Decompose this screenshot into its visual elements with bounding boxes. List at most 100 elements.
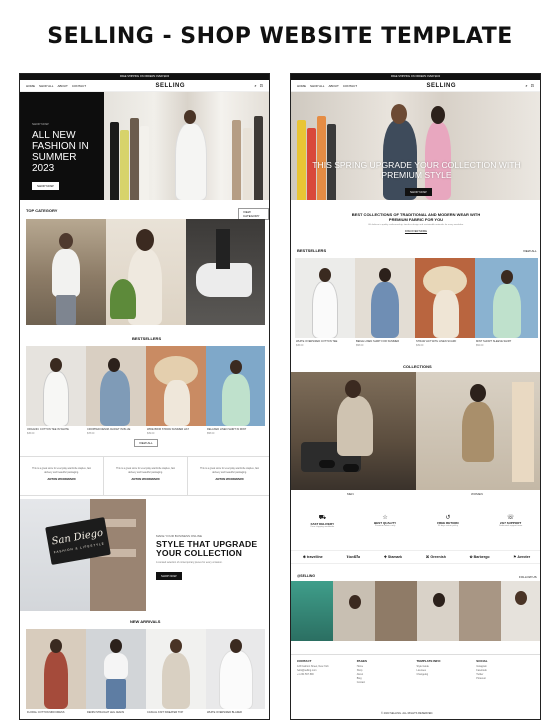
bestseller-image-4[interactable] — [475, 258, 538, 338]
nav-link-about[interactable]: ABOUT — [328, 84, 338, 88]
bestseller-name-3[interactable]: STRAW HAT WITH LINEN SCARF — [416, 340, 456, 343]
footer-link[interactable]: Pinterest — [476, 677, 536, 681]
footer-column-contact: CONTACT 123 Fashion Street, New York hel… — [297, 659, 329, 676]
footer-column-template-info: TEMPLATE INFO Style Guide Licenses Chang… — [417, 659, 477, 716]
view-all-button[interactable]: VIEW ALL — [134, 439, 158, 447]
brand-logo: ✚ Stamark — [383, 555, 403, 559]
hero-banner: THIS SPRING UPGRADE YOUR COLLECTION WITH… — [291, 92, 540, 200]
discover-more-link[interactable]: DISCOVER MORE — [346, 230, 486, 233]
brand-logo: ✿ Barbergo — [469, 555, 490, 559]
features-row: ⛟ FAST DELIVERY Free shipping worldwide … — [291, 514, 540, 528]
right-template-preview: FREE SHIPPING ON ORDERS OVER $100 HOME S… — [290, 73, 541, 720]
collection-image-men[interactable] — [291, 372, 416, 490]
bestseller-price-1: $45.00 — [296, 344, 304, 347]
main-nav: HOME SHOP ALL ABOUT CONTACT SELLING ⌕ ⊡ — [20, 80, 269, 92]
main-nav: HOME SHOP ALL ABOUT CONTACT SELLING ⌕ ⊡ — [291, 80, 540, 92]
nav-link-contact[interactable]: CONTACT — [343, 84, 357, 88]
new-arrival-image-3[interactable] — [146, 629, 206, 709]
hero-shop-button[interactable]: SHOP NOW — [405, 188, 432, 196]
bestseller-name-2[interactable]: CROPPED DENIM JACKET IN BLUE — [87, 428, 130, 431]
page-headline: SELLING - SHOP WEBSITE TEMPLATE — [47, 24, 513, 49]
style-promo: MAKE YOUR BUSINESS ONLINE STYLE THAT UPG… — [156, 534, 258, 580]
nav-link-about[interactable]: ABOUT — [57, 84, 67, 88]
footer-copyright: © 2023 SELLING. ALL RIGHTS RESERVED. — [381, 712, 434, 715]
category-image-men[interactable] — [26, 219, 106, 325]
brand-logo: ⚑ Aeroter — [513, 555, 531, 559]
feature-item: ↺ FREE RETURN 30 days return policy — [420, 514, 475, 528]
hero-image — [291, 92, 540, 200]
footer-column-pages: PAGES Home Shop About Blog Contact — [357, 659, 417, 716]
bestseller-image-1[interactable] — [295, 258, 355, 338]
collection-image-women[interactable] — [416, 372, 540, 490]
star-icon: ☆ — [382, 515, 388, 521]
bestseller-image-1[interactable] — [26, 346, 86, 426]
new-arrival-name-1[interactable]: FLORAL COTTON MIDI DRESS — [27, 711, 64, 714]
testimonial-card: This is a great store for everyday wardr… — [200, 467, 259, 481]
new-arrival-name-2[interactable]: DENIM STRAIGHT LEG JEANS — [87, 711, 124, 714]
bestseller-image-3[interactable] — [415, 258, 475, 338]
style-shop-button[interactable]: SHOP NOW — [156, 572, 182, 580]
hero-title: THIS SPRING UPGRADE YOUR COLLECTION WITH… — [312, 160, 521, 180]
bestseller-name-1[interactable]: WHITE OVERSIZED COTTON TEE — [296, 340, 337, 343]
cart-icon[interactable]: ⊡ — [531, 83, 534, 88]
bestseller-price-3: $39.00 — [147, 432, 155, 435]
testimonial-card: This is a great store for everyday wardr… — [20, 457, 104, 495]
left-template-preview: FREE SHIPPING ON ORDERS OVER $100 HOME S… — [19, 73, 270, 720]
testimonials-strip: This is a great store for everyday wardr… — [20, 456, 269, 496]
bestseller-price-4: $52.00 — [476, 344, 484, 347]
nav-link-contact[interactable]: CONTACT — [72, 84, 86, 88]
follow-us-link[interactable]: FOLLOW US — [519, 575, 537, 579]
bestseller-image-2[interactable] — [86, 346, 146, 426]
brand-logo: ⌘ Greenish — [425, 555, 446, 559]
site-footer: CONTACT 123 Fashion Street, New York hel… — [291, 654, 540, 719]
category-image-shoes[interactable] — [186, 219, 265, 325]
bestseller-price-3: $39.00 — [416, 344, 424, 347]
search-icon[interactable]: ⌕ — [525, 83, 527, 88]
bestseller-image-3[interactable] — [146, 346, 206, 426]
bestseller-price-1: $45.00 — [27, 432, 35, 435]
instagram-gallery[interactable] — [291, 581, 540, 641]
search-icon[interactable]: ⌕ — [254, 83, 256, 88]
bestsellers-label: BESTSELLERS — [132, 336, 162, 341]
bestseller-name-3[interactable]: WIDE BRIM STRAW SUMMER HAT — [147, 428, 189, 431]
footer-link[interactable]: Changelog — [417, 673, 477, 677]
feature-item: ☆ BEST QUALITY Premium fabrics only — [358, 514, 413, 528]
bestseller-image-2[interactable] — [355, 258, 415, 338]
new-arrival-name-3[interactable]: CASUAL KNIT SWEATER TOP — [147, 711, 183, 714]
hero-shop-button[interactable]: SHOP NOW — [32, 182, 59, 190]
category-image-women[interactable] — [106, 219, 186, 325]
view-all-link[interactable]: VIEW ALL — [523, 249, 537, 253]
new-arrival-name-4[interactable]: WHITE OVERSIZED BLAZER — [207, 711, 242, 714]
bestseller-image-4[interactable] — [206, 346, 265, 426]
bestseller-price-2: $58.00 — [356, 344, 364, 347]
brand-logo: ✱ travelline — [302, 555, 323, 559]
collections-label: COLLECTIONS — [403, 364, 432, 369]
support-icon: ☏ — [506, 515, 515, 521]
bestseller-price-2: $78.00 — [87, 432, 95, 435]
instagram-handle[interactable]: @SELLING — [297, 574, 315, 578]
collection-label-men[interactable]: MEN — [347, 492, 354, 496]
testimonial-card: This is a great store for everyday wardr… — [104, 457, 188, 495]
hero-image — [104, 92, 269, 200]
feature-item: ⛟ FAST DELIVERY Free shipping worldwide — [295, 514, 350, 528]
bestseller-name-4[interactable]: MINT SHORT SLEEVE SHIRT — [476, 340, 511, 343]
bestseller-price-4: $58.00 — [207, 432, 215, 435]
nav-link-home[interactable]: HOME — [297, 84, 306, 88]
bestsellers-label: BESTSELLERS — [297, 248, 327, 253]
return-icon: ↺ — [445, 515, 451, 521]
hero-title: ALL NEW FASHION IN SUMMER 2023 — [32, 130, 89, 174]
nav-link-shop[interactable]: SHOP ALL — [39, 84, 53, 88]
collection-label-women[interactable]: WOMEN — [471, 492, 483, 496]
nav-link-home[interactable]: HOME — [26, 84, 35, 88]
cart-icon[interactable]: ⊡ — [260, 83, 263, 88]
new-arrival-image-4[interactable] — [206, 629, 265, 709]
bestseller-name-1[interactable]: ORGANIC COTTON TEE IN WHITE — [27, 428, 69, 431]
bestseller-name-4[interactable]: RELAXED LINEN SHIRT IN MINT — [207, 428, 246, 431]
site-logo[interactable]: SELLING — [155, 83, 185, 89]
nav-link-shop[interactable]: SHOP ALL — [310, 84, 324, 88]
new-arrival-image-1[interactable] — [26, 629, 86, 709]
site-logo[interactable]: SELLING — [426, 83, 456, 89]
new-arrival-image-2[interactable] — [86, 629, 146, 709]
bestseller-name-2[interactable]: BEIGE LINEN SHIRT FOR SUMMER — [356, 340, 399, 343]
footer-link[interactable]: Contact — [357, 681, 417, 685]
